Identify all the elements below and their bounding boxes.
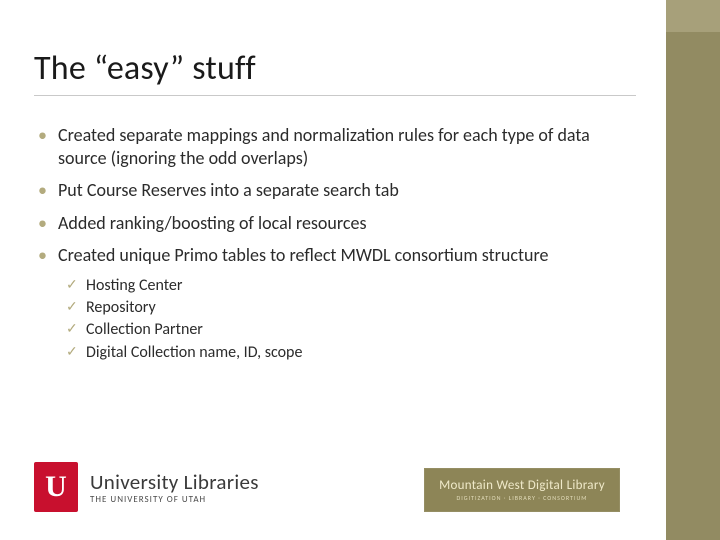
mwdl-logo-line2: DIGITIZATION · LIBRARY · CONSORTIUM	[457, 494, 588, 502]
title-rule	[34, 95, 636, 96]
sub-bullet-item: Repository	[64, 297, 636, 319]
sub-bullet-text: Collection Partner	[86, 320, 203, 339]
sub-bullet-item: Digital Collection name, ID, scope	[64, 342, 636, 364]
sub-bullet-list: Hosting Center Repository Collection Par…	[64, 275, 636, 365]
university-libraries-logo: U University Libraries THE UNIVERSITY OF…	[34, 462, 259, 512]
bullet-item: Created unique Primo tables to reflect M…	[34, 244, 636, 364]
bullet-text: Created unique Primo tables to reflect M…	[58, 244, 548, 266]
bullet-item: Added ranking/boosting of local resource…	[34, 212, 636, 235]
university-logo-text: University Libraries THE UNIVERSITY OF U…	[90, 469, 259, 505]
sub-bullet-item: Collection Partner	[64, 319, 636, 341]
accent-stripe	[666, 0, 720, 540]
mwdl-logo: Mountain West Digital Library DIGITIZATI…	[424, 468, 620, 512]
bullet-item: Put Course Reserves into a separate sear…	[34, 179, 636, 202]
mwdl-logo-line1: Mountain West Digital Library	[439, 478, 605, 493]
sub-bullet-text: Digital Collection name, ID, scope	[86, 343, 302, 362]
university-logo-line2: THE UNIVERSITY OF UTAH	[90, 494, 259, 505]
bullet-text: Created separate mappings and normalizat…	[58, 124, 590, 169]
sub-bullet-text: Repository	[86, 298, 156, 317]
university-logo-line1: University Libraries	[90, 469, 259, 495]
sub-bullet-item: Hosting Center	[64, 275, 636, 297]
u-block-icon: U	[34, 462, 78, 512]
footer-logos: U University Libraries THE UNIVERSITY OF…	[34, 454, 620, 512]
sub-bullet-text: Hosting Center	[86, 276, 182, 295]
slide-content: The “easy” stuff Created separate mappin…	[34, 48, 636, 374]
bullet-item: Created separate mappings and normalizat…	[34, 124, 636, 169]
bullet-text: Added ranking/boosting of local resource…	[58, 212, 367, 234]
bullet-text: Put Course Reserves into a separate sear…	[58, 179, 399, 201]
u-letter: U	[45, 470, 67, 504]
bullet-list: Created separate mappings and normalizat…	[34, 124, 636, 364]
slide-title: The “easy” stuff	[34, 48, 636, 89]
